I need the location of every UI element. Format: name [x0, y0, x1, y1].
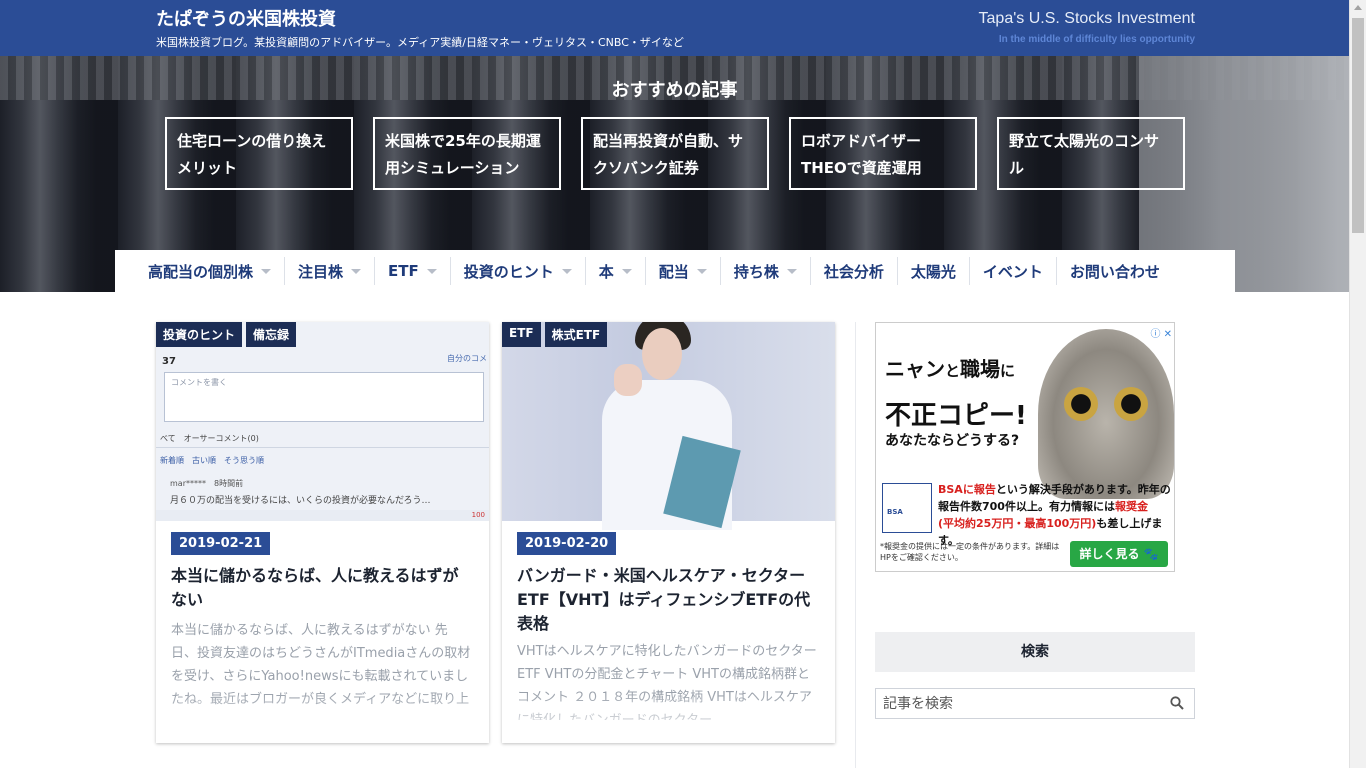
- nav-item[interactable]: 高配当の個別株: [135, 257, 286, 285]
- ad-details-button[interactable]: 詳しく見る 🐾: [1070, 541, 1168, 567]
- site-header: たぱぞうの米国株投資 米国株投資ブログ。某投資顧問のアドバイザー。メディア実績/…: [0, 0, 1349, 56]
- nav-item[interactable]: 注目株: [285, 257, 376, 285]
- own-comment-link: 自分のコメ: [447, 354, 487, 363]
- cat-eye: [1064, 387, 1098, 421]
- nav-item-label: 注目株: [298, 262, 344, 281]
- main-nav: 高配当の個別株 注目株 ETF 投資のヒント 本 配当 持ち株 社会分析 太陽光 イベント お問い合…: [115, 250, 1235, 292]
- ad-headline: ニャンと職場に: [885, 353, 1015, 382]
- nav-item-label: お問い合わせ: [1069, 262, 1160, 281]
- recommended-item[interactable]: 配当再投資が自動、サクソバンク証券: [581, 117, 769, 190]
- search-input[interactable]: [876, 689, 1156, 718]
- page-scrollbar[interactable]: [1349, 0, 1366, 768]
- cat-image: [1038, 329, 1174, 499]
- nav-item-label: 投資のヒント: [463, 262, 554, 281]
- search-icon[interactable]: [1170, 696, 1184, 710]
- comment-count: 37: [162, 356, 176, 367]
- scroll-thumb[interactable]: [1352, 18, 1364, 233]
- nav-item-label: 社会分析: [823, 262, 884, 281]
- excerpt-fade: [156, 693, 489, 743]
- chevron-down-icon: [696, 268, 707, 274]
- cat-eye: [1114, 387, 1148, 421]
- comment-tabs: べて オーサーコメント(0): [156, 430, 489, 448]
- post-title[interactable]: 本当に儲かるならば、人に教えるはずがない: [171, 564, 471, 612]
- recommended-heading: おすすめの記事: [611, 80, 738, 101]
- nav-item-label: イベント: [982, 262, 1043, 281]
- post-tag[interactable]: 株式ETF: [544, 322, 608, 347]
- site-description: 米国株投資ブログ。某投資顧問のアドバイザー。メディア実績/日経マネー・ヴェリタス…: [156, 36, 684, 49]
- chevron-down-icon: [786, 268, 797, 274]
- recommended-item[interactable]: ロボアドバイザーTHEOで資産運用: [789, 117, 977, 190]
- nav-item[interactable]: お問い合わせ: [1057, 257, 1173, 285]
- ad-banner[interactable]: ⓘ ✕ ニャンと職場に 不正コピー! あなたならどうする? BSA BSAに報告…: [875, 322, 1175, 572]
- post-title[interactable]: バンガード・米国ヘルスケア・セクターETF【VHT】はディフェンシブETFの代表…: [517, 564, 817, 636]
- chevron-down-icon: [426, 268, 437, 274]
- ad-note: *報奨金の提供には一定の条件があります。詳細はHPをご確認ください。: [880, 542, 1060, 562]
- comment-sort: 新着順 古い順 そう思う順: [160, 456, 264, 465]
- ad-text-red: BSAに報告: [938, 483, 996, 496]
- nav-item[interactable]: 太陽光: [898, 257, 970, 285]
- bsa-logo: BSA: [882, 483, 932, 533]
- excerpt-fade: [502, 693, 835, 743]
- nav-item[interactable]: 持ち株: [721, 257, 811, 285]
- ad-info-icon[interactable]: ⓘ ✕: [1150, 325, 1172, 340]
- ad-headline-part: に: [1000, 362, 1016, 380]
- post-tag[interactable]: ETF: [502, 322, 541, 347]
- nav-item-label: 持ち株: [733, 262, 779, 281]
- ad-headline-part: と: [945, 362, 961, 380]
- comment-text: 月６０万の配当を受けるには、いくらの投資が必要なんだろう…: [170, 496, 431, 506]
- nav-item-label: 配当: [658, 262, 689, 281]
- face: [642, 328, 682, 380]
- post-date: 2019-02-21: [171, 532, 271, 555]
- scroll-up-arrow-icon[interactable]: [1354, 5, 1362, 10]
- post-thumbnail[interactable]: 37 自分のコメ コメントを書く べて オーサーコメント(0) 新着順 古い順 …: [156, 322, 489, 521]
- site-title-en: Tapa's U.S. Stocks Investment: [978, 10, 1195, 27]
- nav-item-label: 本: [598, 262, 614, 281]
- nav-item[interactable]: 配当: [646, 257, 721, 285]
- site-tagline: In the middle of difficulty lies opportu…: [998, 34, 1195, 45]
- raised-fist: [614, 364, 642, 396]
- recommended-item[interactable]: 野立て太陽光のコンサル: [997, 117, 1185, 190]
- post-tag[interactable]: 備忘録: [246, 322, 297, 347]
- comment-box: コメントを書く: [164, 372, 484, 422]
- post-date: 2019-02-20: [517, 532, 617, 555]
- post-tag[interactable]: 投資のヒント: [156, 322, 243, 347]
- nav-item-label: 高配当の個別株: [148, 262, 254, 281]
- ad-headline-main: 不正コピー!: [885, 401, 1027, 431]
- comment-score: 100: [156, 510, 489, 521]
- chevron-down-icon: [351, 268, 362, 274]
- nav-item[interactable]: 社会分析: [811, 257, 898, 285]
- recommended-item[interactable]: 米国株で25年の長期運用シミュレーション: [373, 117, 561, 190]
- nav-item[interactable]: 投資のヒント: [451, 257, 586, 285]
- ad-headline-part: 職場: [960, 357, 1001, 381]
- chevron-down-icon: [261, 268, 272, 274]
- nav-item[interactable]: イベント: [970, 257, 1057, 285]
- ad-text-red: 報奨金: [1114, 500, 1148, 513]
- site-title[interactable]: たぱぞうの米国株投資: [156, 5, 336, 31]
- post-card[interactable]: 37 自分のコメ コメントを書く べて オーサーコメント(0) 新着順 古い順 …: [156, 322, 489, 743]
- nav-item-label: ETF: [388, 262, 419, 280]
- nav-item[interactable]: ETF: [375, 257, 451, 285]
- comment-user: mar***** 8時間前: [170, 479, 244, 488]
- ad-body-text: BSAに報告という解決手段があります。昨年の報告件数700件以上。有力情報には報…: [938, 481, 1174, 549]
- ad-subheadline: あなたならどうする?: [885, 433, 1020, 449]
- search-form: [875, 688, 1195, 719]
- ad-headline-part: ニャン: [885, 357, 945, 381]
- search-widget-title: 検索: [875, 632, 1195, 672]
- ad-text-red: (平均約25万円・最高100万円): [938, 517, 1097, 530]
- post-thumbnail[interactable]: [502, 322, 835, 530]
- nav-item-label: 太陽光: [910, 262, 956, 281]
- recommended-item[interactable]: 住宅ローンの借り換えメリット: [165, 117, 353, 190]
- chevron-down-icon: [561, 268, 572, 274]
- sidebar-divider: [855, 322, 856, 768]
- chevron-down-icon: [621, 268, 632, 274]
- post-card[interactable]: ETF 株式ETF 2019-02-20 バンガード・米国ヘルスケア・セクターE…: [502, 322, 835, 743]
- nav-item[interactable]: 本: [586, 257, 646, 285]
